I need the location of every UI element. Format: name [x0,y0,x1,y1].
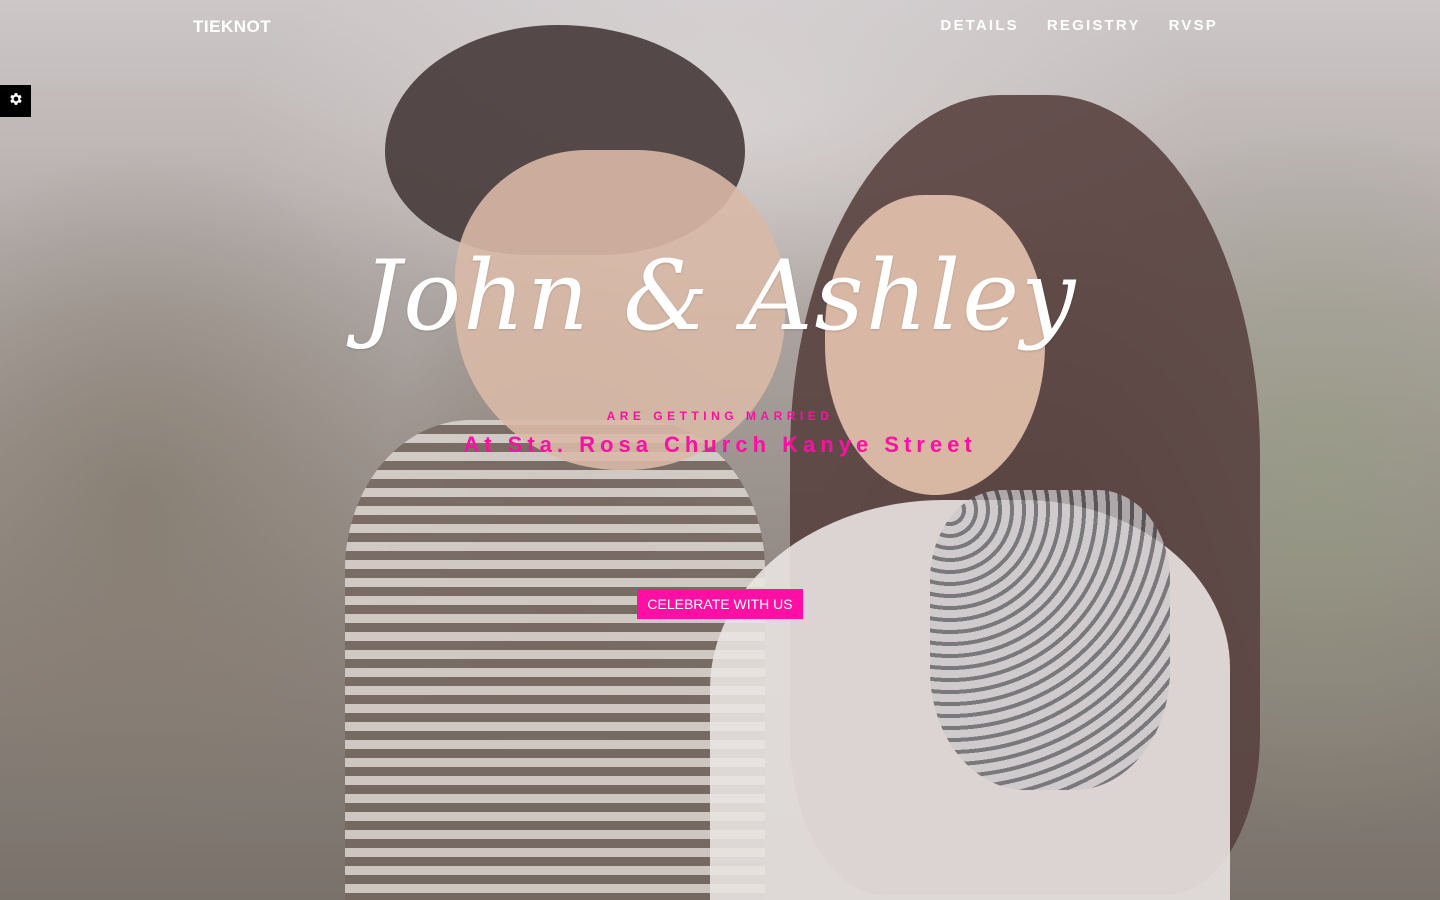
nav-link-details[interactable]: DETAILS [940,17,1018,34]
hero-venue: At Sta. Rosa Church Kanye Street [463,432,977,457]
hero-headline: John & Ashley [362,240,1078,352]
main-nav: DETAILS REGISTRY RVSP [940,17,1218,34]
settings-toggle-button[interactable] [0,85,31,117]
gear-icon [8,91,24,112]
celebrate-button[interactable]: CELEBRATE WITH US [637,589,803,619]
nav-link-registry[interactable]: REGISTRY [1047,17,1141,34]
brand-logo[interactable]: TIEKNOT [193,17,271,37]
hero-subtitle: ARE GETTING MARRIED [606,409,834,423]
nav-link-rsvp[interactable]: RVSP [1169,17,1218,34]
